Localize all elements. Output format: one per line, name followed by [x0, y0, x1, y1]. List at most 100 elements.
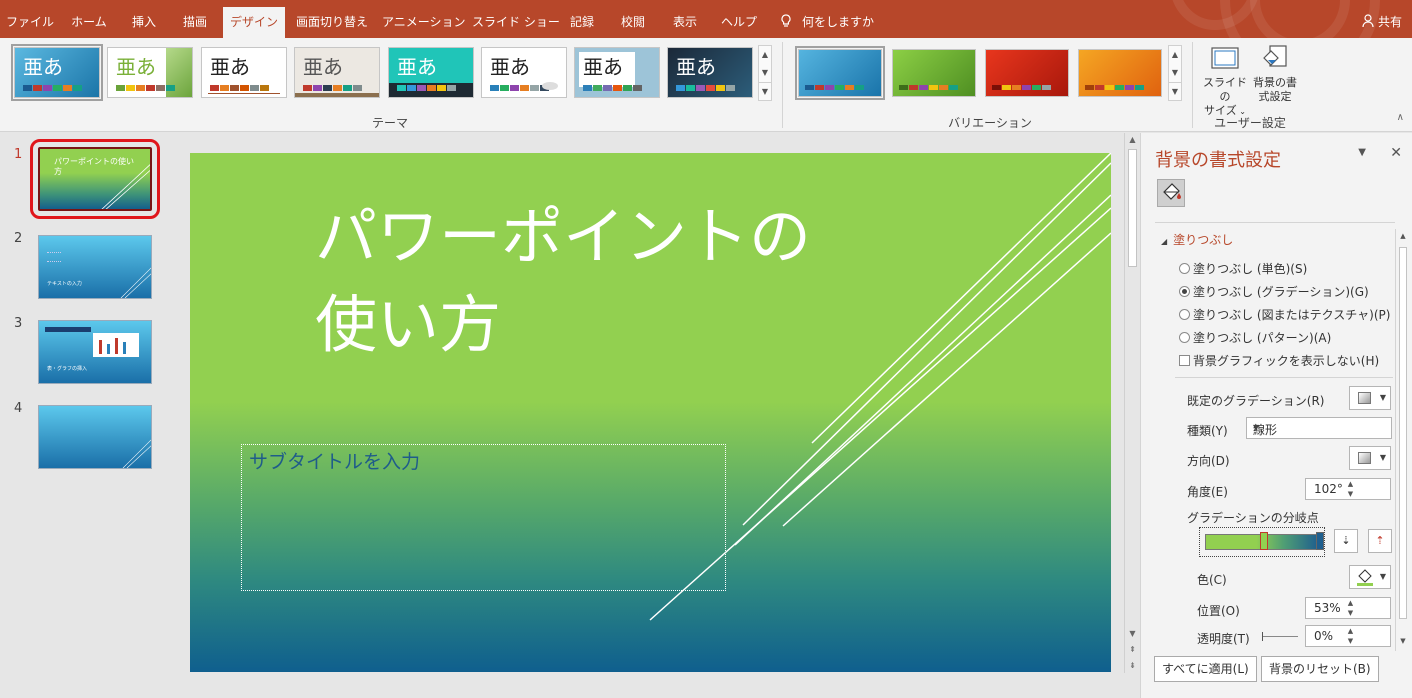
spinner-arrows-icon[interactable]: ▲ ▼ [1314, 598, 1387, 618]
gallery-down-icon[interactable]: ▼ [1169, 64, 1181, 82]
decorative-circles-icon [1250, 0, 1350, 38]
next-slide-icon[interactable]: ⇟ [1125, 661, 1140, 670]
slide-thumbnail-1[interactable]: パワーポイントの使い方 [30, 139, 160, 219]
transparency-slider[interactable] [1262, 632, 1298, 641]
scroll-down-icon[interactable]: ▼ [1125, 629, 1140, 638]
slide-thumbnail-3[interactable]: 表・グラフの挿入 [38, 320, 152, 384]
scroll-up-icon[interactable]: ▲ [1396, 232, 1410, 240]
scroll-up-icon[interactable]: ▲ [1125, 135, 1140, 144]
close-icon[interactable]: ✕ [1390, 145, 1402, 161]
gallery-up-icon[interactable]: ▲ [759, 46, 771, 64]
transparency-spinner[interactable]: 0% ▲ ▼ [1305, 625, 1391, 647]
thumb-number: 3 [14, 316, 23, 331]
fill-section-header[interactable]: ◢ 塗りつぶし [1161, 231, 1233, 248]
tab-design[interactable]: デザイン [223, 7, 285, 38]
variant-green[interactable] [892, 49, 976, 97]
tab-review[interactable]: 校閲 [612, 8, 654, 38]
gallery-up-icon[interactable]: ▲ [1169, 46, 1181, 64]
theme-swatches [490, 85, 549, 91]
radio-gradient-fill[interactable] [1179, 286, 1190, 297]
previous-slide-icon[interactable]: ⇞ [1125, 645, 1140, 654]
tab-insert[interactable]: 挿入 [124, 8, 164, 38]
gallery-down-icon[interactable]: ▼ [759, 64, 771, 82]
theme-retrospect[interactable]: 亜あ [481, 47, 567, 98]
reset-background-button[interactable]: 背景のリセット(B) [1261, 656, 1379, 682]
scroll-thumb[interactable] [1128, 149, 1137, 267]
collapse-ribbon-icon[interactable]: ∧ [1397, 112, 1404, 123]
variants-gallery-scroller[interactable]: ▲ ▼ ▼ [1168, 45, 1182, 101]
tell-me-label: 何をしますか [802, 15, 875, 29]
slide-size-button[interactable]: スライドの サイズ ⌄ [1200, 42, 1250, 117]
theme-preview-glyph: 亜あ [397, 55, 437, 79]
theme-gallery[interactable]: 亜あ [294, 47, 380, 98]
radio-solid-fill[interactable] [1179, 263, 1190, 274]
position-spinner[interactable]: 53% ▲ ▼ [1305, 597, 1391, 619]
pane-divider [1155, 222, 1395, 223]
angle-spinner[interactable]: 102° ▲ ▼ [1305, 478, 1391, 500]
tell-me-search[interactable]: 何をしますか [780, 8, 874, 36]
current-slide[interactable]: パワーポイントの 使い方 サブタイトルを入力 [190, 153, 1111, 672]
radio-picture-fill[interactable] [1179, 309, 1190, 320]
variant-orange[interactable] [1078, 49, 1162, 97]
variant-swatches [992, 85, 1051, 90]
variant-blue[interactable] [795, 46, 885, 100]
paint-bucket-icon [1163, 183, 1181, 200]
variant-swatches [805, 85, 864, 90]
tab-home[interactable]: ホーム [64, 8, 114, 38]
color-picker-dropdown[interactable]: ▼ [1349, 565, 1391, 589]
scroll-down-icon[interactable]: ▼ [1396, 637, 1410, 645]
preset-gradient-label: 既定のグラデーション(R) [1187, 394, 1325, 408]
theme-pattern[interactable]: 亜あ [574, 47, 660, 98]
hide-background-graphics-checkbox[interactable] [1179, 355, 1190, 366]
subtitle-placeholder[interactable]: サブタイトルを入力 [241, 444, 726, 591]
theme-preview-glyph: 亜あ [676, 55, 716, 79]
tab-view[interactable]: 表示 [664, 8, 706, 38]
tab-record[interactable]: 記録 [562, 8, 602, 38]
spinner-arrows-icon[interactable]: ▲ ▼ [1314, 626, 1387, 646]
theme-swatches [676, 85, 735, 91]
slide-thumbnail-4[interactable] [38, 405, 152, 469]
gradient-type-select[interactable]: 線形 ▼ [1246, 417, 1392, 439]
radio-pattern-fill[interactable] [1179, 332, 1190, 343]
slide-thumbnail-2[interactable]: テキストの入力 [38, 235, 152, 299]
pane-title: 背景の書式設定 [1155, 150, 1281, 171]
add-gradient-stop-button[interactable]: ⇣ [1334, 529, 1358, 553]
fill-category-button[interactable] [1157, 179, 1185, 207]
tab-draw[interactable]: 描画 [174, 8, 216, 38]
gradient-stops-bar[interactable] [1199, 527, 1325, 557]
spinner-arrows-icon[interactable]: ▲ ▼ [1314, 479, 1387, 499]
thumb-number: 2 [14, 231, 23, 246]
gradient-stop-selected[interactable] [1260, 532, 1268, 550]
apply-to-all-button[interactable]: すべてに適用(L) [1154, 656, 1257, 682]
chevron-down-icon: ▼ [1379, 393, 1386, 402]
theme-facet-blue[interactable]: 亜あ [11, 44, 103, 101]
slide-vertical-scrollbar[interactable]: ▲ ▼ ⇞ ⇟ [1124, 133, 1140, 673]
theme-facet-green[interactable]: 亜あ [107, 47, 193, 98]
tab-transitions[interactable]: 画面切り替え [292, 8, 372, 38]
theme-office[interactable]: 亜あ [201, 47, 287, 98]
tab-animations[interactable]: アニメーション [382, 8, 466, 38]
gallery-more-icon[interactable]: ▼ [759, 82, 771, 100]
group-separator [1192, 42, 1193, 128]
tab-help[interactable]: ヘルプ [716, 8, 762, 38]
remove-gradient-stop-button[interactable]: ⇡ [1368, 529, 1392, 553]
preset-gradient-dropdown[interactable]: ▼ [1349, 386, 1391, 410]
direction-dropdown[interactable]: ▼ [1349, 446, 1391, 470]
thumb-lines-icon [122, 439, 151, 468]
scroll-thumb[interactable] [1399, 247, 1407, 619]
gradient-stop[interactable] [1316, 532, 1324, 550]
themes-gallery-scroller[interactable]: ▲ ▼ ▼ [758, 45, 772, 101]
pane-vertical-scrollbar[interactable]: ▲ ▼ [1395, 229, 1410, 651]
slide-title[interactable]: パワーポイントの 使い方 [315, 193, 995, 369]
ribbon-tab-bar: ファイル ホーム 挿入 描画 デザイン 画面切り替え アニメーション スライド … [0, 0, 1412, 38]
theme-teal[interactable]: 亜あ [388, 47, 474, 98]
format-background-button[interactable]: 背景の書 式設定 [1250, 42, 1300, 112]
variant-red[interactable] [985, 49, 1069, 97]
theme-preview-glyph: 亜あ [583, 55, 623, 79]
gallery-more-icon[interactable]: ▼ [1169, 82, 1181, 100]
theme-dark[interactable]: 亜あ [667, 47, 753, 98]
share-button[interactable]: 共有 [1362, 8, 1402, 36]
tab-file[interactable]: ファイル [6, 8, 54, 38]
pane-options-icon[interactable]: ▼ [1358, 147, 1366, 158]
tab-slideshow[interactable]: スライド ショー [472, 8, 560, 38]
